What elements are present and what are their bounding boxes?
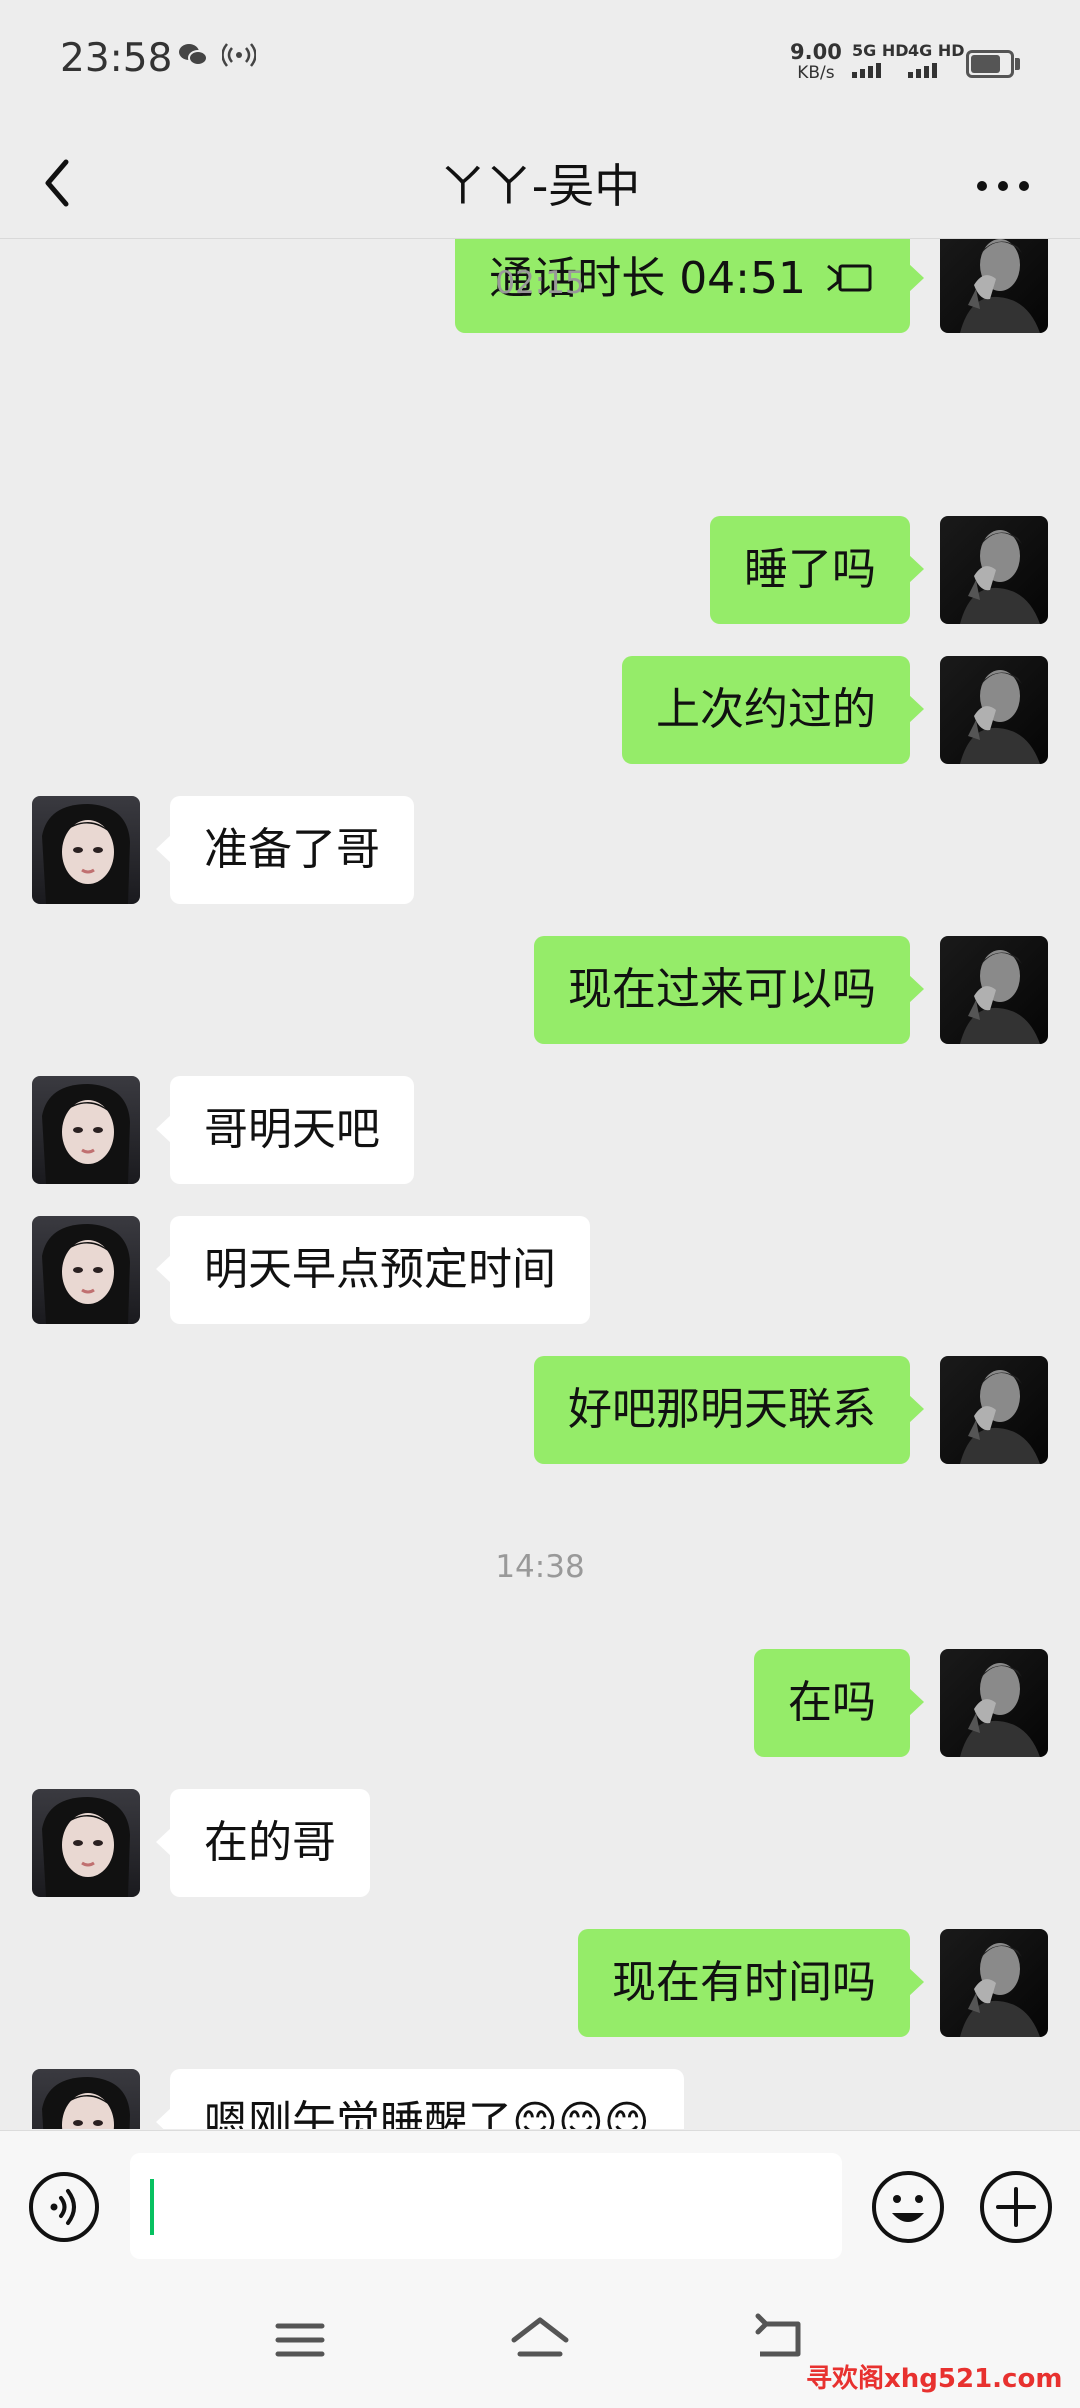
my-avatar[interactable] (940, 1929, 1048, 2037)
sim2-signal-bars-icon (908, 63, 965, 78)
message-bubble-sent[interactable]: 现在有时间吗 (578, 1929, 924, 2037)
my-avatar[interactable] (940, 1649, 1048, 1757)
add-more-icon[interactable] (978, 2169, 1054, 2245)
contact-avatar[interactable] (32, 1216, 140, 1324)
status-bar: 23:58 9.00 KB/s 5G HD 4G HD (0, 0, 1080, 128)
network-speed-unit: KB/s (797, 63, 835, 83)
message-bubble-sent[interactable]: 上次约过的 (622, 656, 924, 764)
contact-avatar[interactable] (32, 1789, 140, 1897)
more-options-icon[interactable] (968, 156, 1038, 216)
my-avatar[interactable] (940, 936, 1048, 1044)
message-input[interactable] (130, 2153, 842, 2259)
battery-icon (966, 50, 1014, 78)
text-caret (150, 2179, 154, 2235)
my-avatar[interactable] (940, 656, 1048, 764)
sim2-label: 4G HD (908, 41, 965, 60)
message-bubble-received[interactable]: 明天早点预定时间 (156, 1216, 590, 1324)
message-bubble-received[interactable]: 在的哥 (156, 1789, 370, 1897)
voice-input-icon[interactable] (28, 2171, 100, 2243)
input-bar (0, 2130, 1080, 2271)
back-nav-icon[interactable] (750, 2310, 810, 2370)
network-speed: 9.00 KB/s (790, 42, 842, 84)
sim1-signal-bars-icon (852, 63, 909, 78)
message-bubble-received[interactable]: 哥明天吧 (156, 1076, 414, 1184)
my-avatar[interactable] (940, 1356, 1048, 1464)
message-list[interactable]: 通话时长 04:51 02:15 睡了吗 上次约过的 准备了哥 现在过来可以吗 (0, 239, 1080, 2129)
my-avatar[interactable] (940, 516, 1048, 624)
sim1-signal: 5G HD (852, 42, 909, 78)
contact-avatar[interactable] (32, 1076, 140, 1184)
contact-avatar[interactable] (32, 796, 140, 904)
contact-avatar[interactable] (32, 2069, 140, 2129)
sim2-signal: 4G HD (908, 42, 965, 78)
home-icon[interactable] (510, 2310, 570, 2370)
timestamp-separator: 02:15 (495, 265, 585, 301)
timestamp-separator: 14:38 (495, 1549, 585, 1585)
menu-icon[interactable] (270, 2310, 330, 2370)
message-bubble-sent[interactable]: 睡了吗 (710, 516, 924, 624)
sim1-label: 5G HD (852, 41, 909, 60)
chat-title: ㄚㄚ-吴中 (439, 159, 641, 213)
chat-header: ㄚㄚ-吴中 (0, 128, 1080, 239)
battery-tip (1015, 58, 1020, 70)
emoji-icon[interactable] (870, 2169, 946, 2245)
network-speed-value: 9.00 (790, 40, 842, 64)
message-bubble-sent[interactable]: 在吗 (754, 1649, 924, 1757)
status-time: 23:58 (60, 36, 173, 81)
wechat-notification-icon (178, 42, 208, 75)
message-bubble-received[interactable]: 嗯刚午觉睡醒了😊😊😊 (156, 2069, 684, 2129)
message-bubble-received[interactable]: 准备了哥 (156, 796, 414, 904)
watermark-text: 寻欢阁xhg521.com (806, 2364, 1063, 2394)
message-bubble-sent[interactable]: 现在过来可以吗 (534, 936, 924, 1044)
hotspot-icon (221, 42, 257, 75)
message-bubble-sent[interactable]: 好吧那明天联系 (534, 1356, 924, 1464)
